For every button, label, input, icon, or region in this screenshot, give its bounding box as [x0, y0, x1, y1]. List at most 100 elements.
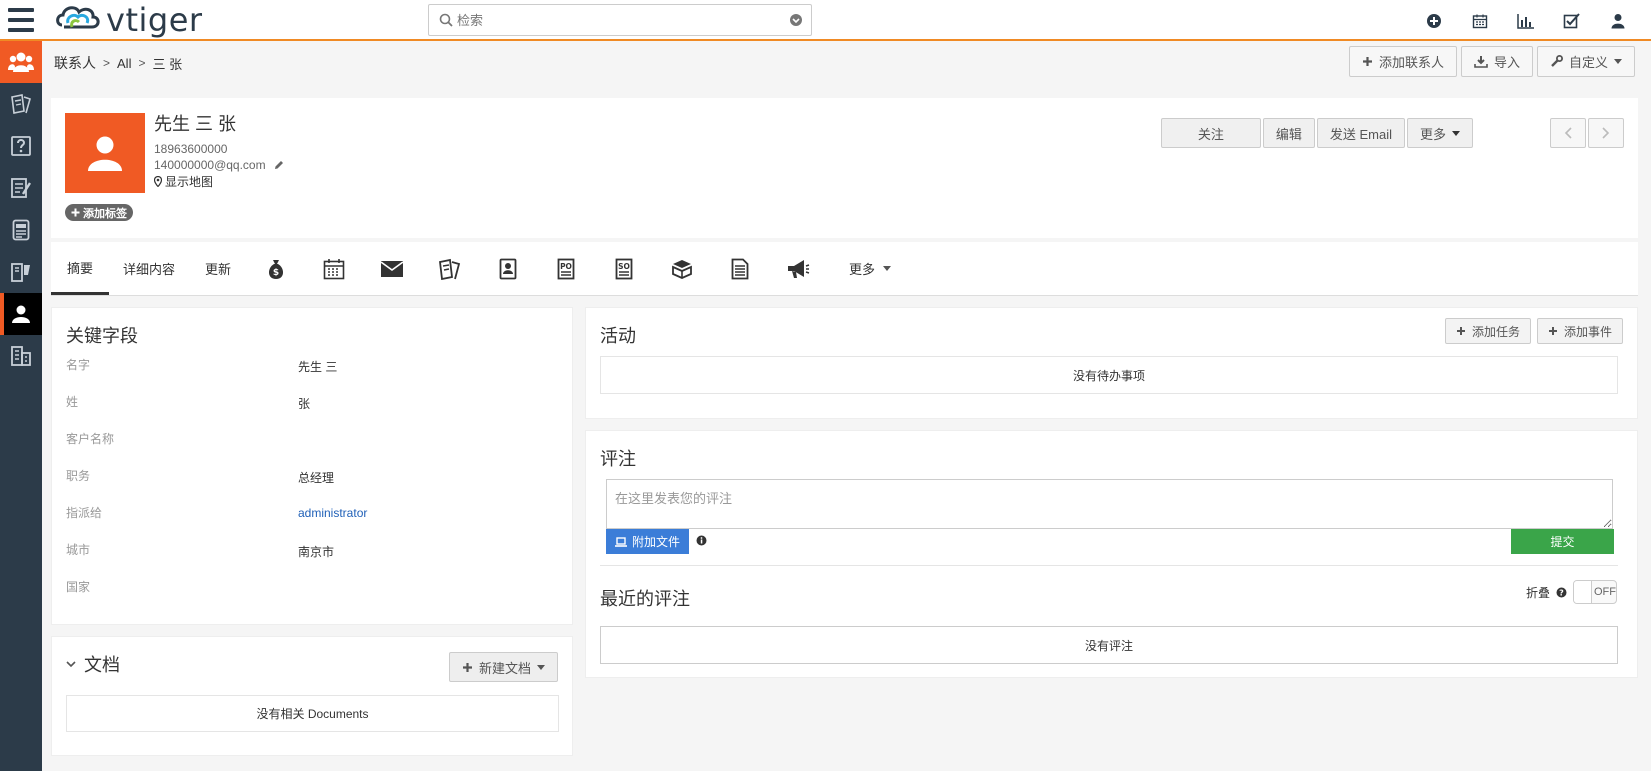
box-icon — [672, 259, 692, 279]
info-icon[interactable] — [696, 535, 707, 546]
field-country: 国家 — [66, 578, 566, 595]
tab-more[interactable]: 更多 — [827, 242, 905, 295]
tab-documents[interactable] — [711, 242, 769, 295]
submit-comment-button[interactable]: 提交 — [1511, 529, 1614, 554]
sidebar-invoice[interactable] — [0, 209, 42, 251]
tasks-icon[interactable] — [1549, 10, 1595, 32]
svg-text:PO: PO — [560, 262, 572, 271]
tickets-icon — [439, 258, 461, 280]
download-icon — [1474, 56, 1488, 68]
more-actions-button[interactable]: 更多 — [1406, 118, 1473, 148]
add-contact-button[interactable]: 添加联系人 — [1348, 46, 1457, 77]
add-contact-label: 添加联系人 — [1378, 55, 1444, 70]
sidebar-products[interactable] — [0, 251, 42, 293]
tab-summary[interactable]: 摘要 — [51, 242, 109, 295]
menu-icon[interactable] — [8, 8, 34, 32]
field-value[interactable]: 南京市 — [298, 541, 334, 560]
caret-down-icon — [1614, 59, 1622, 64]
document-icon — [731, 258, 749, 279]
calendar-icon[interactable] — [1457, 10, 1503, 32]
app-logo[interactable]: vtiger — [54, 1, 203, 39]
pencil-icon[interactable] — [274, 160, 284, 170]
edit-button[interactable]: 编辑 — [1262, 118, 1315, 148]
show-map-link[interactable]: 显示地图 — [154, 173, 213, 190]
record-tabs: 摘要 详细内容 更新 $ PO SO 更多 — [51, 242, 1638, 296]
tab-campaigns[interactable] — [769, 242, 827, 295]
svg-text:SO: SO — [618, 262, 630, 271]
field-title: 职务 总经理 — [66, 467, 566, 486]
field-last-name: 姓 张 — [66, 393, 566, 412]
quick-create-icon[interactable] — [1411, 10, 1457, 32]
sidebar-contact-record[interactable] — [0, 293, 42, 335]
add-event-button[interactable]: 添加事件 — [1536, 318, 1623, 344]
attach-file-button[interactable]: 附加文件 — [606, 529, 690, 554]
comment-input[interactable] — [606, 479, 1613, 529]
tab-products[interactable] — [653, 242, 711, 295]
add-tag-button[interactable]: 添加标签 — [65, 204, 133, 221]
field-assigned-to: 指派给 administrator — [66, 504, 566, 521]
assigned-user-link[interactable]: administrator — [298, 504, 367, 521]
help-icon[interactable]: ? — [1556, 587, 1567, 598]
tab-details[interactable]: 详细内容 — [109, 242, 189, 295]
tab-contacts[interactable] — [479, 242, 537, 295]
tab-purchase-orders[interactable]: PO — [537, 242, 595, 295]
sidebar-tickets[interactable] — [0, 83, 42, 125]
send-email-button[interactable]: 发送 Email — [1316, 118, 1405, 148]
breadcrumb-filter[interactable]: All — [117, 56, 131, 71]
so-icon: SO — [615, 258, 633, 279]
person-icon — [88, 136, 122, 171]
collapse-label: 折叠 — [1525, 585, 1550, 600]
contacts-icon — [8, 52, 34, 72]
record-name: 先生 三 张 — [154, 114, 237, 134]
import-label: 导入 — [1493, 55, 1520, 70]
toggle-state: OFF — [1594, 586, 1616, 598]
sidebar-faq[interactable] — [0, 125, 42, 167]
plus-icon — [71, 208, 80, 217]
field-city: 城市 南京市 — [66, 541, 566, 560]
user-menu-icon[interactable] — [1595, 10, 1641, 32]
plus-icon — [1456, 327, 1465, 335]
chevron-right-icon: > — [138, 56, 146, 70]
po-icon: PO — [557, 258, 575, 279]
activities-empty: 没有待办事项 — [600, 356, 1618, 394]
calendar-icon — [323, 258, 345, 279]
contact-card-icon — [499, 258, 517, 279]
next-record-button[interactable] — [1588, 118, 1624, 148]
customize-button[interactable]: 自定义 — [1536, 46, 1635, 77]
previous-record-button[interactable] — [1550, 118, 1586, 148]
collapse-toggle[interactable]: OFF — [1573, 580, 1617, 604]
caret-down-icon — [537, 664, 545, 670]
field-value[interactable]: 先生 三 — [298, 356, 337, 375]
laptop-icon — [615, 536, 627, 547]
import-button[interactable]: 导入 — [1460, 46, 1533, 77]
recent-comments-title: 最近的评注 — [600, 589, 690, 609]
search-input[interactable] — [453, 6, 773, 34]
tab-emails[interactable] — [363, 242, 421, 295]
tab-sales-orders[interactable]: SO — [595, 242, 653, 295]
caret-down-icon — [1452, 130, 1460, 136]
add-event-label: 添加事件 — [1563, 324, 1612, 339]
tab-opportunities[interactable]: $ — [247, 242, 305, 295]
field-value[interactable]: 总经理 — [298, 467, 334, 486]
caret-down-icon — [883, 266, 892, 271]
svg-text:$: $ — [273, 268, 279, 278]
sidebar-quotes[interactable] — [0, 167, 42, 209]
follow-button[interactable]: 关注 — [1160, 118, 1261, 148]
field-label: 城市 — [66, 543, 91, 557]
tab-calendar[interactable] — [305, 242, 363, 295]
key-fields-panel: 关键字段 名字 先生 三 姓 张 客户名称 职务 总经理 指派给 adminis… — [51, 307, 573, 625]
field-value[interactable]: 张 — [298, 393, 310, 412]
invoice-icon — [12, 219, 30, 241]
sidebar-organizations[interactable] — [0, 335, 42, 377]
sidebar-contacts[interactable] — [0, 41, 42, 83]
global-search[interactable] — [428, 4, 812, 36]
search-options-icon[interactable] — [789, 13, 803, 27]
new-document-button[interactable]: 新建文档 — [448, 652, 558, 682]
tab-tickets[interactable] — [421, 242, 479, 295]
tab-updates[interactable]: 更新 — [189, 242, 247, 295]
add-task-button[interactable]: 添加任务 — [1444, 318, 1531, 344]
breadcrumb-module[interactable]: 联系人 — [54, 53, 96, 73]
documents-header[interactable]: 文档 — [66, 651, 120, 677]
reports-icon[interactable] — [1503, 10, 1549, 32]
plus-icon — [462, 662, 472, 672]
